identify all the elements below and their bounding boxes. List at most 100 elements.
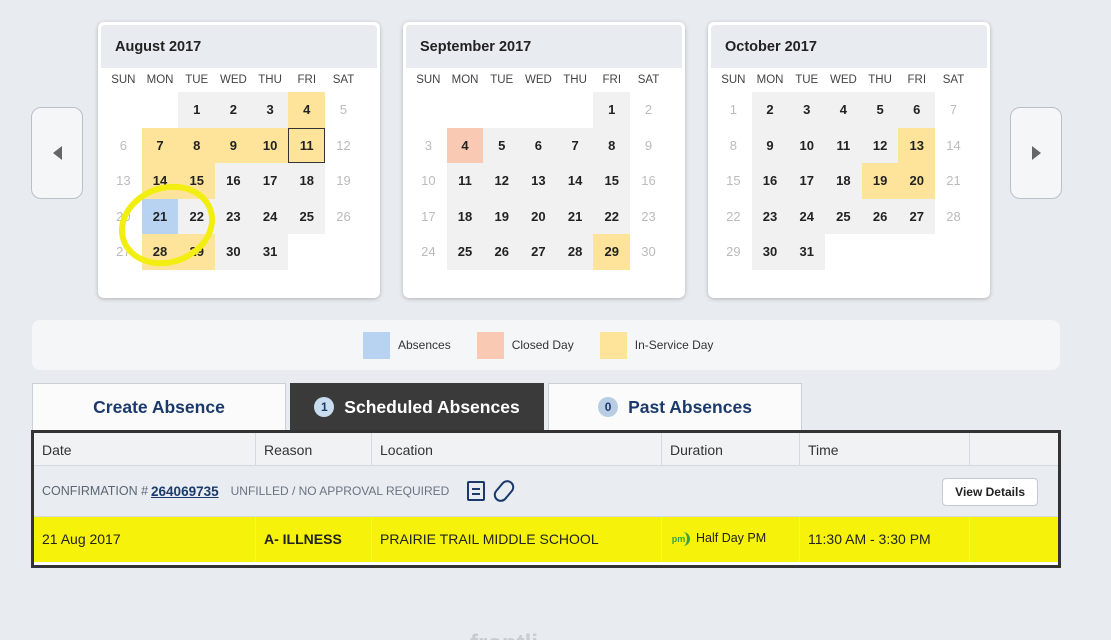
- confirmation-label: CONFIRMATION #: [42, 484, 149, 498]
- calendar-day[interactable]: 15: [593, 163, 631, 199]
- calendar-day[interactable]: 2: [751, 92, 789, 128]
- calendar-day[interactable]: 30: [215, 234, 252, 270]
- calendar-day[interactable]: 17: [410, 199, 447, 235]
- calendar-day[interactable]: 2: [215, 92, 252, 128]
- calendar-day[interactable]: 22: [593, 198, 631, 234]
- paperclip-icon[interactable]: [491, 477, 518, 505]
- calendar-day[interactable]: 25: [825, 198, 862, 234]
- calendar-day[interactable]: 18: [288, 163, 326, 199]
- calendar-day[interactable]: 20: [898, 163, 936, 199]
- calendar-day[interactable]: 8: [178, 127, 216, 163]
- calendar-day[interactable]: 1: [593, 92, 631, 128]
- calendar-week: 8 9 10 11 12 13 14: [711, 127, 987, 164]
- calendar-day[interactable]: 19: [861, 163, 899, 199]
- calendar-day[interactable]: 7: [935, 92, 972, 128]
- calendar-day[interactable]: 1: [178, 92, 216, 128]
- calendar-day[interactable]: 27: [520, 234, 557, 270]
- calendar-day[interactable]: 19: [325, 163, 362, 199]
- calendar-day[interactable]: 23: [630, 199, 667, 235]
- calendar-day[interactable]: 29: [715, 234, 752, 270]
- calendar-day[interactable]: 14: [556, 163, 594, 199]
- calendar-day[interactable]: 30: [751, 234, 789, 270]
- calendar-day[interactable]: 26: [483, 234, 521, 270]
- calendar-day[interactable]: 12: [861, 127, 899, 163]
- calendar-day[interactable]: 23: [751, 198, 789, 234]
- previous-months-button[interactable]: [31, 107, 83, 199]
- calendar-day[interactable]: 24: [251, 198, 289, 234]
- calendar-day[interactable]: 26: [861, 198, 899, 234]
- calendar-day[interactable]: 9: [630, 128, 667, 164]
- calendar-day[interactable]: 11: [825, 127, 862, 163]
- table-row[interactable]: 21 Aug 2017 A- ILLNESS PRAIRIE TRAIL MID…: [34, 516, 1058, 562]
- weekday-header: SUN MON TUE WED THU FRI SAT: [101, 68, 377, 92]
- calendar-day[interactable]: 19: [483, 198, 521, 234]
- calendar-day[interactable]: 17: [251, 163, 289, 199]
- calendar-week: 12: [406, 92, 682, 128]
- calendar-day[interactable]: 5: [861, 92, 899, 128]
- calendar-day[interactable]: 3: [410, 128, 447, 164]
- tab-past-absences[interactable]: 0 Past Absences: [548, 383, 802, 430]
- calendar-day[interactable]: 5: [325, 92, 362, 128]
- calendar-day[interactable]: 28: [556, 234, 594, 270]
- view-details-button[interactable]: View Details: [942, 478, 1038, 506]
- calendar-day[interactable]: 10: [251, 127, 289, 163]
- calendar-day[interactable]: 31: [251, 234, 289, 270]
- calendar-day[interactable]: 17: [788, 163, 826, 199]
- calendar-day[interactable]: 18: [446, 198, 484, 234]
- calendar-day[interactable]: 18: [825, 163, 862, 199]
- calendar-day[interactable]: 24: [410, 234, 447, 270]
- calendar-day[interactable]: 6: [105, 128, 142, 164]
- calendar-day[interactable]: 21: [935, 163, 972, 199]
- calendar-day[interactable]: 2: [630, 92, 667, 128]
- calendar-day[interactable]: 13: [105, 163, 142, 199]
- calendar-day[interactable]: 6: [898, 92, 936, 128]
- tab-scheduled-absences[interactable]: 1 Scheduled Absences: [290, 383, 544, 430]
- calendar-day[interactable]: 1: [715, 92, 752, 128]
- calendar-day[interactable]: 16: [630, 163, 667, 199]
- calendar-day[interactable]: 9: [215, 127, 252, 163]
- calendar-day[interactable]: 22: [715, 199, 752, 235]
- calendar-day[interactable]: 27: [898, 198, 936, 234]
- calendar-day[interactable]: 4: [446, 127, 484, 163]
- calendar-day[interactable]: 10: [410, 163, 447, 199]
- calendar-day[interactable]: 4: [825, 92, 862, 128]
- calendar-day[interactable]: 5: [483, 127, 521, 163]
- count-badge: 0: [598, 397, 619, 417]
- calendar-day[interactable]: 6: [520, 127, 557, 163]
- calendar-day[interactable]: 11: [446, 163, 484, 199]
- calendar-day[interactable]: 29: [593, 234, 631, 270]
- calendar-day[interactable]: 24: [788, 198, 826, 234]
- calendar-day[interactable]: 20: [520, 198, 557, 234]
- calendar-day[interactable]: 8: [715, 128, 752, 164]
- calendar-day[interactable]: 14: [935, 128, 972, 164]
- calendar-day[interactable]: 7: [141, 127, 179, 163]
- calendar-day[interactable]: 25: [288, 198, 326, 234]
- calendar-day[interactable]: 13: [898, 127, 936, 163]
- calendar-day[interactable]: 13: [520, 163, 557, 199]
- calendar-day[interactable]: 31: [788, 234, 826, 270]
- calendar-day[interactable]: 21: [556, 198, 594, 234]
- calendar-day[interactable]: 3: [251, 92, 289, 128]
- tab-create-absence[interactable]: Create Absence: [32, 383, 286, 430]
- calendar-day[interactable]: 12: [483, 163, 521, 199]
- calendar-day[interactable]: 25: [446, 234, 484, 270]
- calendar-day[interactable]: 30: [630, 234, 667, 270]
- calendar-day[interactable]: 12: [325, 128, 362, 164]
- calendar-day[interactable]: 16: [751, 163, 789, 199]
- calendar-day[interactable]: 16: [215, 163, 252, 199]
- calendar-day[interactable]: 23: [215, 198, 252, 234]
- calendar-day[interactable]: 3: [788, 92, 826, 128]
- calendar-day[interactable]: 28: [935, 199, 972, 235]
- calendar-day[interactable]: 26: [325, 199, 362, 235]
- calendar-day[interactable]: 8: [593, 127, 631, 163]
- calendar-day[interactable]: 11: [288, 127, 326, 163]
- confirmation-number-link[interactable]: 264069735: [151, 484, 219, 499]
- column-header-actions: [970, 433, 1058, 465]
- calendar-day[interactable]: 9: [751, 127, 789, 163]
- next-months-button[interactable]: [1010, 107, 1062, 199]
- calendar-day[interactable]: 15: [715, 163, 752, 199]
- calendar-day[interactable]: 7: [556, 127, 594, 163]
- document-icon[interactable]: [467, 481, 486, 501]
- calendar-day[interactable]: 10: [788, 127, 826, 163]
- calendar-day[interactable]: 4: [288, 92, 326, 128]
